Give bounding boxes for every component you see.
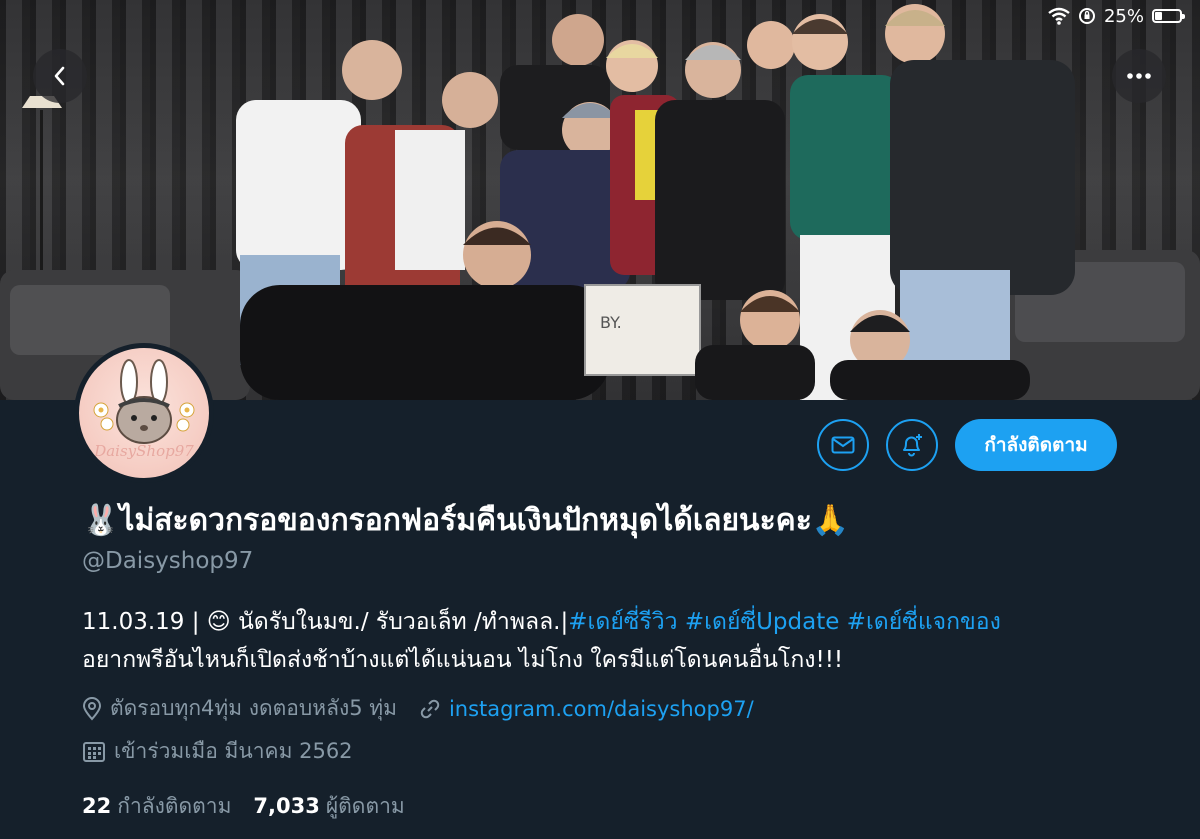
status-bar: 25% [1048, 4, 1185, 28]
mail-icon [831, 436, 855, 454]
bio-line-2: อยากพรีอันไหนก็เปิดส่งช้าบ้างแต่ได้แน่นอ… [82, 647, 844, 673]
following-count: 22 [82, 794, 112, 818]
hashtag-link[interactable]: #เดย์ซี่Update [685, 609, 839, 635]
link-icon [420, 699, 440, 718]
notifications-button[interactable] [886, 419, 938, 471]
user-handle: @Daisyshop97 [82, 548, 254, 574]
bio-line-1: 11.03.19 | 😊 นัดรับในมข./ รับวอเล็ท /ทำพ… [82, 603, 1182, 641]
bell-plus-icon [903, 434, 922, 457]
profile-banner[interactable]: BY. 25% [0, 0, 1200, 400]
wifi-icon [1048, 7, 1070, 25]
message-button[interactable] [817, 419, 869, 471]
follow-counts: 22 กำลังติดตาม 7,033 ผู้ติดตาม [82, 790, 405, 823]
followers-stat[interactable]: 7,033 ผู้ติดตาม [253, 790, 404, 823]
banner-photo: BY. [0, 4, 1200, 400]
bio-text: 11.03.19 | 😊 นัดรับในมข./ รับวอเล็ท /ทำพ… [82, 609, 569, 635]
calendar-icon [83, 741, 105, 762]
location-pin-icon [82, 696, 102, 721]
following-label: กำลังติดตาม [117, 794, 232, 818]
avatar-bunny-logo: DaisyShop97 [93, 359, 195, 460]
more-options-button[interactable] [1112, 49, 1166, 103]
hashtag-link[interactable]: #เดย์ซี่แจกของ [847, 609, 1001, 635]
hashtag-link[interactable]: #เดย์ซี่รีวิว [568, 609, 677, 635]
more-horizontal-icon [1127, 73, 1151, 79]
battery-level [1155, 12, 1162, 20]
bio: 11.03.19 | 😊 นัดรับในมข./ รับวอเล็ท /ทำพ… [82, 603, 1182, 679]
avatar[interactable]: DaisyShop97 [74, 343, 214, 483]
location: ตัดรอบทุก4ทุ่ม งดตอบหลัง5 ทุ่ม [82, 692, 397, 725]
website[interactable]: instagram.com/daisyshop97/ [419, 697, 754, 721]
followers-count: 7,033 [253, 794, 320, 818]
battery-percentage: 25% [1103, 5, 1144, 27]
battery-icon [1152, 9, 1185, 23]
chevron-left-icon [54, 66, 65, 86]
join-date: เข้าร่วมเมือ มีนาคม 2562 [82, 735, 353, 768]
following-stat[interactable]: 22 กำลังติดตาม [82, 790, 231, 823]
svg-text:BY.: BY. [600, 313, 622, 332]
website-link[interactable]: instagram.com/daisyshop97/ [449, 697, 754, 721]
back-button[interactable] [33, 49, 87, 103]
profile-meta-row: ตัดรอบทุก4ทุ่ม งดตอบหลัง5 ทุ่ม instagram… [82, 692, 776, 725]
orientation-lock-icon [1078, 8, 1095, 24]
join-date-text: เข้าร่วมเมือ มีนาคม 2562 [114, 739, 353, 763]
followers-label: ผู้ติดตาม [325, 794, 405, 818]
following-button[interactable]: กำลังติดตาม [955, 419, 1117, 471]
profile-meta-row: เข้าร่วมเมือ มีนาคม 2562 [82, 735, 375, 768]
display-name: 🐰ไม่สะดวกรอของกรอกฟอร์มคืนเงินปักหมุดได้… [82, 503, 850, 538]
location-text: ตัดรอบทุก4ทุ่ม งดตอบหลัง5 ทุ่ม [110, 696, 397, 720]
avatar-text: DaisyShop97 [93, 442, 194, 460]
